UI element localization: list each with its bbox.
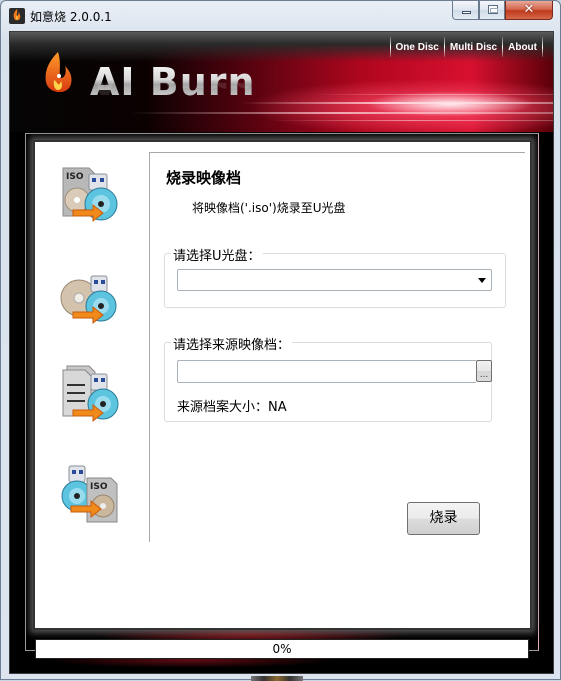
nav-multi-disc[interactable]: Multi Disc (445, 42, 502, 53)
maximize-button[interactable] (479, 1, 505, 20)
client-area: AI Burn AI Burn One Disc Multi Disc Abou… (9, 31, 554, 674)
sidebar-item-iso-to-usb[interactable]: ISO (59, 164, 121, 226)
header-banner: AI Burn AI Burn One Disc Multi Disc Abou… (10, 32, 553, 132)
sidebar-item-disc-to-usb[interactable] (59, 264, 121, 326)
page-title: 烧录映像档 (166, 169, 242, 187)
light-streak (310, 94, 553, 95)
title-bar[interactable]: 如意烧 2.0.0.1 ✕ (1, 1, 560, 31)
page-description: 将映像档('.iso')烧录至U光盘 (192, 201, 346, 215)
close-icon: ✕ (523, 2, 535, 17)
minimize-icon (462, 11, 471, 14)
taskbar-thumbnail (251, 676, 303, 681)
sidebar-item-files-to-usb[interactable] (59, 364, 121, 426)
iso-file-to-usb-disc-icon: ISO (62, 167, 118, 223)
svg-text:ISO: ISO (66, 172, 84, 182)
sidebar-item-usb-to-iso[interactable]: ISO (59, 464, 121, 526)
app-logo-reflection: AI Burn (90, 82, 256, 102)
nav-about[interactable]: About (503, 42, 542, 53)
progress-label: 0% (272, 642, 292, 656)
source-file-size: 来源档案大小：NA (177, 396, 287, 415)
usb-select-group: 请选择U光盘： (164, 245, 506, 308)
source-file-size-value: NA (268, 400, 287, 415)
burn-button[interactable]: 烧录 (407, 502, 480, 535)
nav-one-disc[interactable]: One Disc (391, 42, 444, 53)
light-streak (130, 112, 553, 114)
usb-select-label: 请选择U光盘： (171, 245, 263, 264)
top-nav: One Disc Multi Disc About (389, 36, 543, 58)
svg-text:ISO: ISO (90, 482, 108, 492)
app-window: 如意烧 2.0.0.1 ✕ AI Burn AI Burn (0, 0, 561, 681)
main-panel: ISO ISO 烧录映像档 将映像档('.iso')烧录至U光盘 请选择U光盘：… (33, 140, 532, 630)
flame-logo-icon (45, 52, 72, 93)
app-flame-icon (9, 8, 25, 24)
window-title: 如意烧 2.0.0.1 (30, 10, 112, 24)
sidebar-divider (149, 152, 150, 542)
browse-button[interactable]: ... (476, 360, 492, 382)
source-image-label: 请选择来源映像档： (171, 334, 293, 353)
light-streak (270, 120, 553, 121)
nav-separator (542, 37, 543, 57)
dropdown-arrow-icon (478, 278, 486, 283)
source-image-path-input[interactable] (177, 360, 476, 383)
maximize-icon (488, 5, 498, 14)
content-top-divider (149, 152, 525, 153)
minimize-button[interactable] (452, 1, 479, 20)
source-file-size-label: 来源档案大小： (177, 400, 269, 415)
disc-to-usb-disc-icon (60, 275, 117, 325)
files-to-usb-disc-icon (62, 365, 119, 423)
usb-disc-to-iso-file-icon: ISO (61, 465, 118, 523)
source-image-group: 请选择来源映像档： ... 来源档案大小：NA (164, 334, 492, 422)
usb-drive-dropdown[interactable] (177, 269, 492, 291)
light-streak (240, 102, 553, 104)
close-button[interactable]: ✕ (505, 1, 553, 20)
progress-bar: 0% (35, 639, 529, 659)
